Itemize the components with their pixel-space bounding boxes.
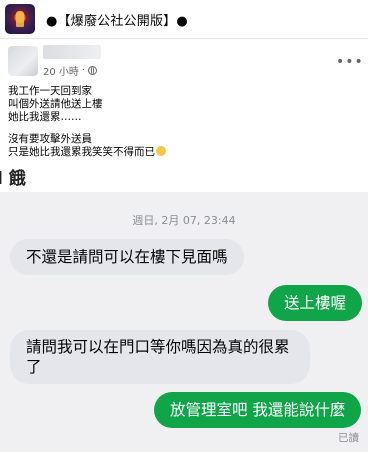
- read-status: 已讀: [338, 432, 359, 444]
- group-avatar[interactable]: [5, 4, 35, 34]
- message-incoming: 請問我可以在門口等你嗎因為真的很累了: [10, 330, 310, 384]
- group-header: ●【爆廢公社公開版】●: [0, 0, 368, 38]
- post-time[interactable]: 20 小時: [43, 63, 79, 78]
- author-name-blurred[interactable]: [43, 45, 101, 59]
- chat-timestamp: 週日, 2月 07, 23:44: [132, 214, 236, 227]
- group-name[interactable]: ●【爆廢公社公開版】●: [46, 10, 188, 29]
- post-line: 我工作一天回到家: [8, 85, 92, 97]
- post-line: 沒有要攻擊外送員: [8, 133, 92, 145]
- post-line: 她比我還累……: [8, 111, 82, 123]
- post-meta: 20 小時 ·: [43, 63, 98, 78]
- tired-face-emoji-icon: [156, 146, 166, 156]
- message-outgoing: 放管理室吧 我還能說什麼: [154, 392, 362, 428]
- chat-header-strip: [0, 170, 368, 192]
- more-options-icon[interactable]: •••: [336, 54, 364, 70]
- message-outgoing: 送上樓喔: [268, 285, 363, 321]
- post-line-spacer: [8, 124, 166, 133]
- post-line: 只是她比我還累我笑笑不得而已: [8, 146, 155, 158]
- globe-icon: [88, 66, 98, 75]
- meta-separator: ·: [81, 65, 86, 76]
- post-line: 叫個外送請他送上樓: [8, 98, 103, 110]
- author-avatar-blurred[interactable]: [8, 46, 38, 76]
- message-incoming: 不還是請問可以在樓下見面嗎: [10, 239, 244, 275]
- chat-title-fragment: l 餓: [0, 169, 26, 189]
- post-body: 我工作一天回到家 叫個外送請他送上樓 她比我還累…… 沒有要攻擊外送員 只是她比…: [8, 85, 166, 159]
